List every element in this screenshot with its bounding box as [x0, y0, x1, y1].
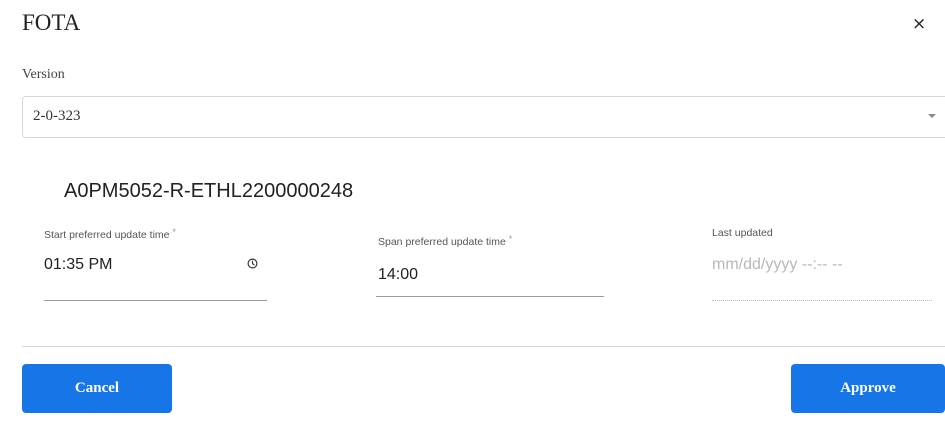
close-icon[interactable]: ×: [912, 16, 926, 33]
start-time-input[interactable]: 01:35 PM: [44, 256, 112, 274]
start-time-underline: [44, 300, 267, 301]
footer-divider: [22, 346, 945, 347]
chevron-down-icon: [928, 114, 936, 118]
version-label: Version: [22, 67, 65, 82]
start-time-label-text: Start preferred update time: [44, 229, 170, 241]
version-select[interactable]: 2-0-323: [22, 96, 945, 138]
span-time-underline: [376, 296, 604, 297]
approve-button[interactable]: Approve: [791, 364, 945, 413]
device-id: A0PM5052-R-ETHL2200000248: [64, 180, 354, 202]
clock-icon[interactable]: [247, 258, 258, 269]
span-time-input[interactable]: 14:00: [378, 266, 418, 284]
required-marker: *: [172, 227, 176, 237]
required-marker: *: [508, 234, 513, 244]
span-time-label-text: Span preferred update time: [378, 236, 506, 248]
start-time-label: Start preferred update time *: [44, 227, 176, 241]
last-updated-input[interactable]: mm/dd/yyyy --:-- --: [712, 256, 843, 274]
dialog-title: FOTA: [22, 10, 81, 35]
last-updated-label: Last updated: [712, 227, 773, 239]
span-time-label: Span preferred update time *: [378, 234, 512, 248]
version-selected-value: 2-0-323: [33, 108, 81, 124]
last-updated-underline: [712, 300, 932, 301]
fota-dialog: FOTA × Version 2-0-323 A0PM5052-R-ETHL22…: [0, 0, 945, 443]
cancel-button[interactable]: Cancel: [22, 364, 172, 413]
